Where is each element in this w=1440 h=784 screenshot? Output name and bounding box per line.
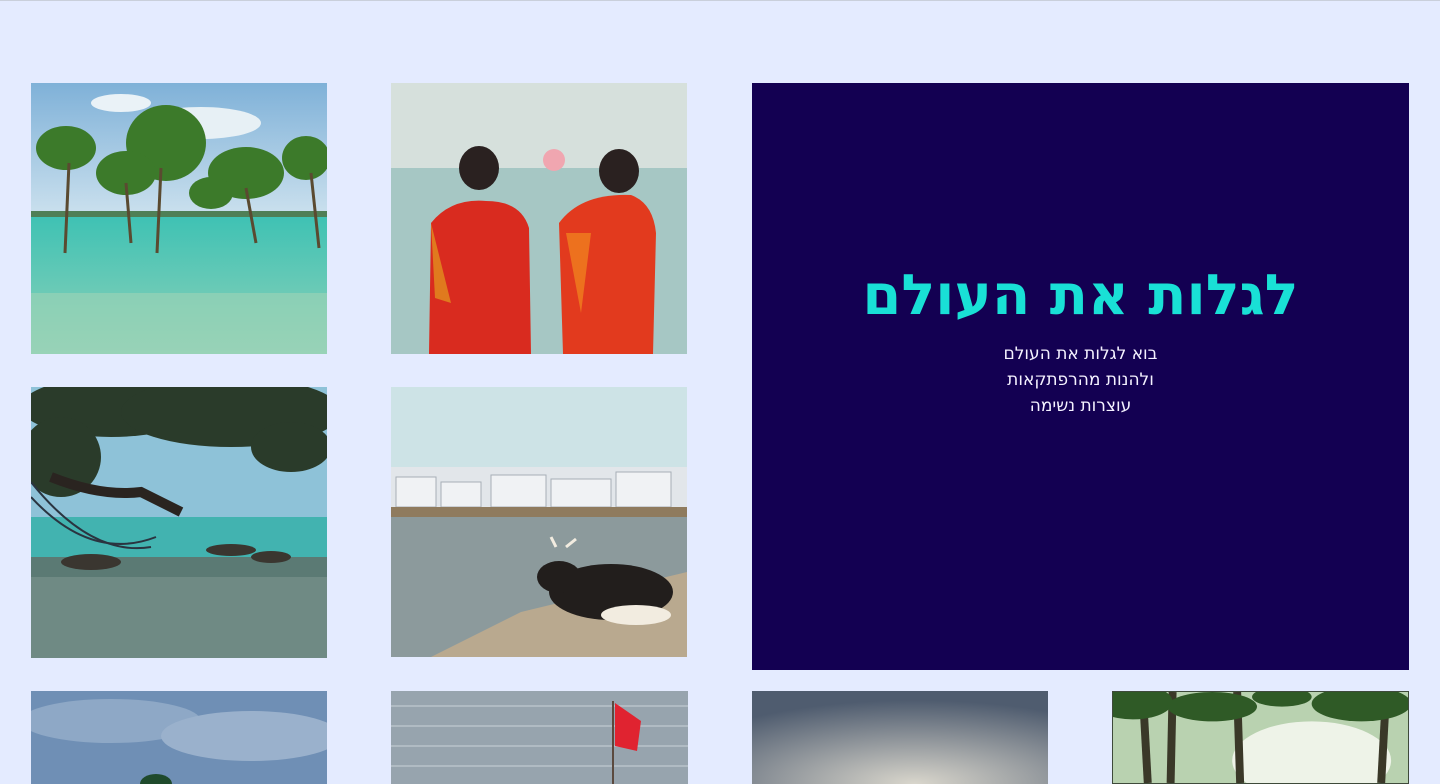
hero-panel: לגלות את העולם בוא לגלות את העולם ולהנות… <box>752 83 1409 670</box>
hero-subtitle-line: עוצרות נשימה <box>1029 396 1132 416</box>
photo-misty-sky[interactable] <box>752 691 1048 784</box>
photo-palm-forest[interactable] <box>1112 691 1409 784</box>
hero-subtitle-line: בוא לגלות את העולם <box>1003 344 1158 364</box>
photo-two-women-saris-sunset[interactable] <box>391 83 687 354</box>
hero-title: לגלות את העולם <box>862 263 1299 328</box>
top-border <box>0 0 1440 1</box>
photo-cow-lakeside-town[interactable] <box>391 387 687 657</box>
photo-mangroves-lagoon[interactable] <box>31 83 327 354</box>
hero-subtitle: בוא לגלות את העולם ולהנות מהרפתקאות עוצר… <box>752 341 1409 419</box>
hero-subtitle-line: ולהנות מהרפתקאות <box>1007 370 1154 390</box>
photo-sea-red-flag[interactable] <box>391 691 688 784</box>
photo-cloudy-shore[interactable] <box>31 691 327 784</box>
photo-hammock-beach-tree[interactable] <box>31 387 327 658</box>
